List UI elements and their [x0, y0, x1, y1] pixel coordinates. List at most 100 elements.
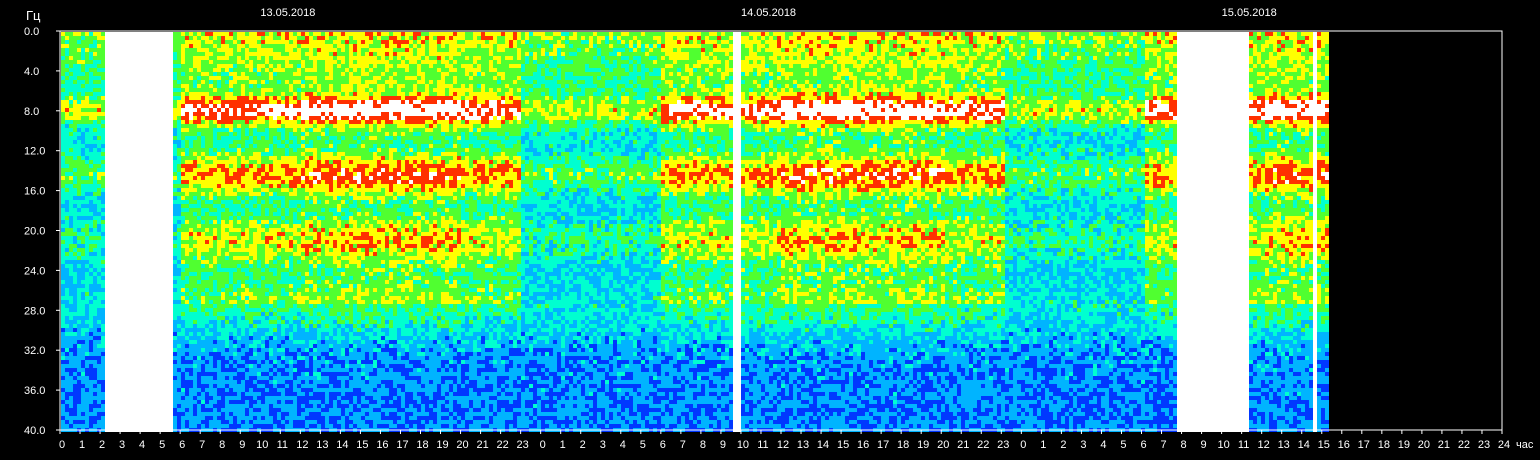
- heat-cell: [97, 396, 101, 400]
- heat-cell: [209, 292, 213, 296]
- heat-cell: [117, 300, 121, 304]
- heat-cell: [77, 316, 81, 320]
- heat-cell: [229, 340, 233, 344]
- heat-cell: [149, 388, 153, 392]
- heat-cell: [65, 132, 69, 136]
- heat-cell: [149, 116, 153, 120]
- heat-cell: [249, 76, 253, 80]
- heat-cell: [93, 156, 97, 160]
- heat-cell: [137, 120, 141, 124]
- heat-cell: [85, 280, 89, 284]
- heat-cell: [193, 164, 197, 168]
- heat-cell: [229, 92, 233, 96]
- heat-cell: [217, 192, 221, 196]
- heat-cell: [221, 104, 225, 108]
- heat-cell: [233, 204, 237, 208]
- heat-cell: [81, 192, 85, 196]
- heat-cell: [205, 140, 209, 144]
- heat-cell: [173, 204, 177, 208]
- heat-cell: [209, 116, 213, 120]
- heat-cell: [89, 80, 93, 84]
- heat-cell: [85, 276, 89, 280]
- heat-cell: [109, 368, 113, 372]
- heat-cell: [109, 68, 113, 72]
- heat-cell: [93, 96, 97, 100]
- heat-cell: [153, 68, 157, 72]
- heat-cell: [141, 236, 145, 240]
- heat-cell: [217, 312, 221, 316]
- heat-cell: [89, 380, 93, 384]
- heat-cell: [77, 352, 81, 356]
- heat-cell: [61, 168, 65, 172]
- heat-cell: [149, 204, 153, 208]
- heat-cell: [241, 392, 245, 396]
- heat-cell: [233, 344, 237, 348]
- heat-cell: [149, 312, 153, 316]
- heat-cell: [213, 256, 217, 260]
- heat-cell: [209, 192, 213, 196]
- heat-cell: [201, 40, 205, 44]
- heat-cell: [181, 404, 185, 408]
- heat-cell: [137, 224, 141, 228]
- heat-cell: [213, 160, 217, 164]
- heat-cell: [173, 156, 177, 160]
- heat-cell: [249, 192, 253, 196]
- heat-cell: [257, 228, 261, 232]
- heat-cell: [205, 104, 209, 108]
- heat-cell: [225, 300, 229, 304]
- heat-cell: [241, 272, 245, 276]
- heat-cell: [125, 120, 129, 124]
- heat-cell: [97, 228, 101, 232]
- heat-cell: [205, 72, 209, 76]
- heat-cell: [125, 228, 129, 232]
- heat-cell: [237, 384, 241, 388]
- heat-cell: [81, 268, 85, 272]
- heat-cell: [101, 228, 105, 232]
- heat-cell: [125, 224, 129, 228]
- heat-cell: [113, 380, 117, 384]
- heat-cell: [209, 152, 213, 156]
- heat-cell: [85, 252, 89, 256]
- heat-cell: [97, 400, 101, 404]
- heat-cell: [73, 416, 77, 420]
- heat-cell: [237, 296, 241, 300]
- heat-cell: [245, 104, 249, 108]
- heat-cell: [133, 164, 137, 168]
- heat-cell: [129, 256, 133, 260]
- heat-cell: [173, 400, 177, 404]
- heat-cell: [105, 372, 109, 376]
- heat-cell: [233, 220, 237, 224]
- heat-cell: [145, 340, 149, 344]
- heat-cell: [65, 300, 69, 304]
- heat-cell: [193, 244, 197, 248]
- heat-cell: [117, 200, 121, 204]
- heat-cell: [109, 396, 113, 400]
- heat-cell: [209, 196, 213, 200]
- heat-cell: [241, 268, 245, 272]
- heat-cell: [229, 368, 233, 372]
- heat-cell: [181, 160, 185, 164]
- heat-cell: [145, 204, 149, 208]
- heat-cell: [189, 404, 193, 408]
- heat-cell: [141, 92, 145, 96]
- heat-cell: [157, 292, 161, 296]
- heat-cell: [225, 376, 229, 380]
- heat-cell: [113, 388, 117, 392]
- heat-cell: [81, 320, 85, 324]
- heat-cell: [133, 392, 137, 396]
- heat-cell: [217, 48, 221, 52]
- heat-cell: [165, 276, 169, 280]
- heat-cell: [69, 32, 73, 36]
- heat-cell: [237, 324, 241, 328]
- heat-cell: [217, 284, 221, 288]
- heat-cell: [213, 408, 217, 412]
- heat-cell: [245, 408, 249, 412]
- heat-cell: [73, 48, 77, 52]
- heat-cell: [213, 312, 217, 316]
- heat-cell: [133, 224, 137, 228]
- heat-cell: [173, 340, 177, 344]
- heat-cell: [209, 232, 213, 236]
- heat-cell: [65, 96, 69, 100]
- heat-cell: [165, 244, 169, 248]
- heat-cell: [85, 148, 89, 152]
